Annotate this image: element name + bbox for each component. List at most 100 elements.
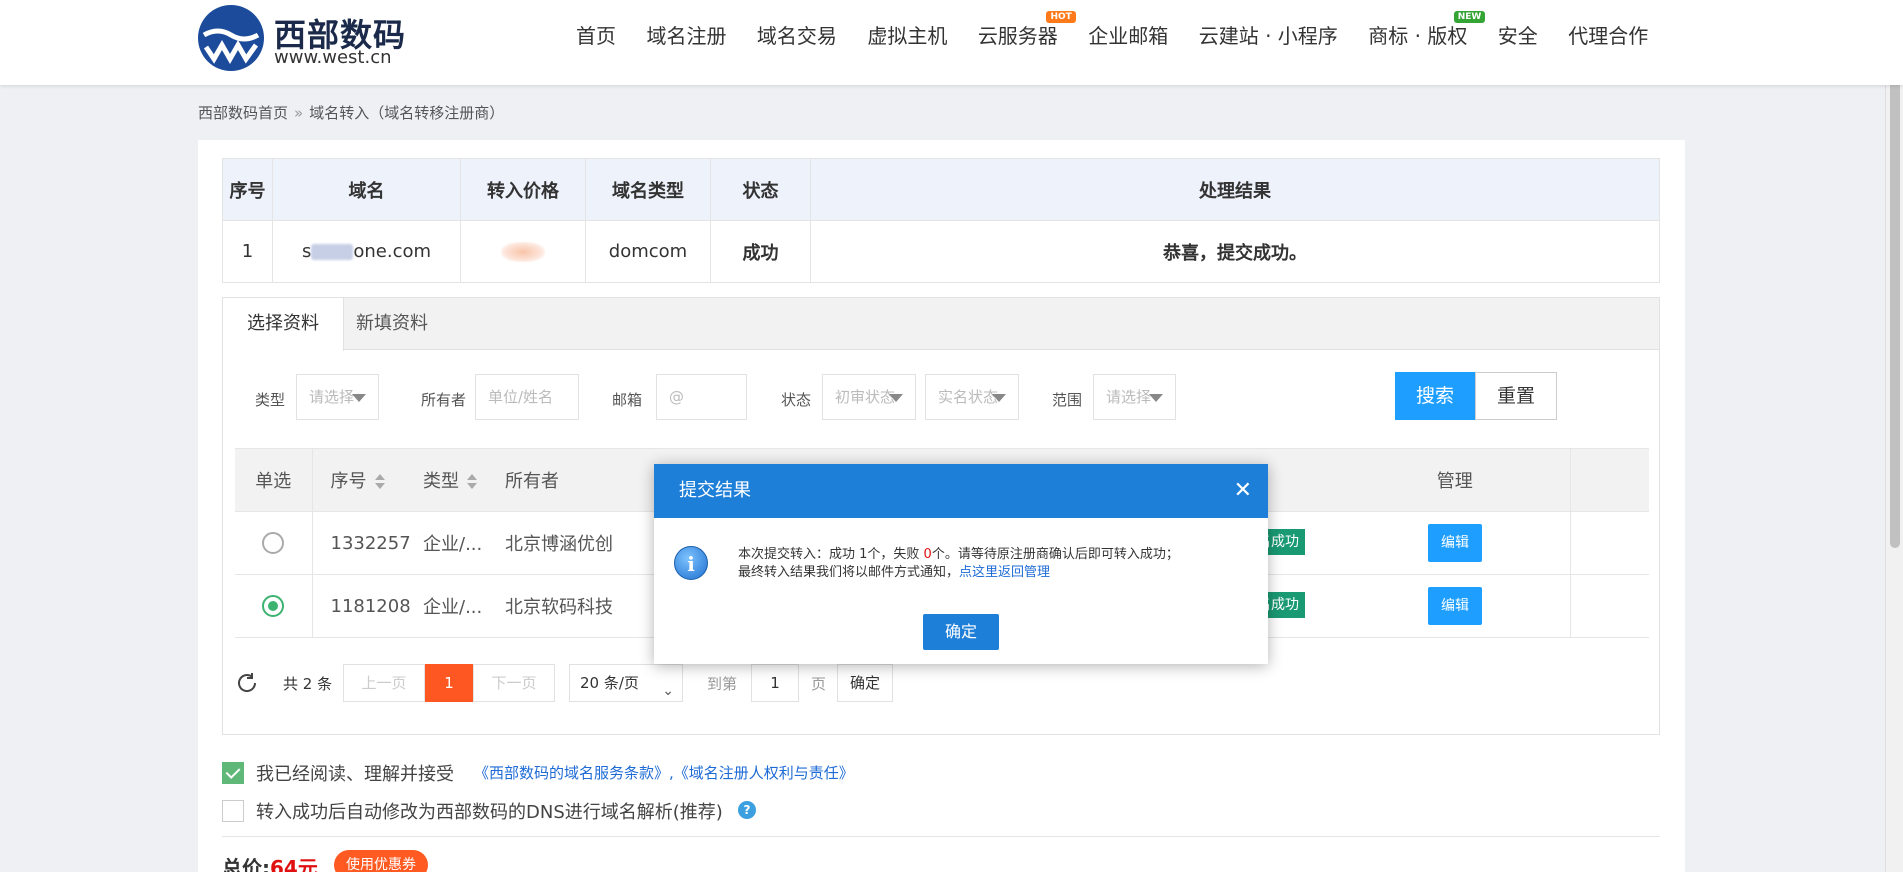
breadcrumb-home[interactable]: 西部数码首页: [198, 104, 288, 122]
range-select[interactable]: 请选择: [1093, 374, 1176, 420]
help-icon[interactable]: ?: [738, 801, 756, 819]
chevron-down-icon: [889, 394, 903, 402]
price-value: 64元: [270, 856, 318, 872]
col-status: 状态: [710, 158, 811, 221]
row-type: domcom: [585, 220, 711, 283]
page-unit: 页: [811, 675, 827, 693]
nav-site-builder[interactable]: 云建站 · 小程序: [1199, 20, 1338, 52]
row-index: 1: [222, 220, 273, 283]
owner-label: 所有者: [421, 391, 467, 409]
row-id: 1332257: [312, 511, 411, 575]
dialog-header: 提交结果 ✕: [654, 464, 1268, 518]
tab-bar: 选择资料 新填资料: [223, 298, 1659, 351]
tab-new-profile[interactable]: 新填资料: [332, 298, 452, 350]
nav-partner[interactable]: 代理合作: [1568, 20, 1648, 52]
nav-trademark[interactable]: 商标 · 版权 NEW: [1368, 11, 1486, 52]
filter-bar: 类型 请选择 所有者 单位/姓名 邮箱 @ 状态 初审状态 实名状态 范围 请选…: [223, 372, 1661, 422]
new-badge: NEW: [1453, 11, 1486, 23]
dns-checkbox[interactable]: [222, 800, 244, 822]
total-count: 共 2 条: [283, 675, 333, 693]
owner-input[interactable]: 单位/姓名: [475, 374, 579, 420]
next-page-button[interactable]: 下一页: [473, 664, 555, 702]
nav-security[interactable]: 安全: [1498, 20, 1538, 52]
realname-status-select[interactable]: 实名状态: [925, 374, 1019, 420]
chevron-down-icon: [1149, 394, 1163, 402]
row-id: 1181208: [312, 574, 411, 638]
nav-cloud-server[interactable]: 云服务器 HOT: [978, 11, 1076, 52]
col-result: 处理结果: [810, 158, 1660, 221]
type-label: 类型: [255, 391, 286, 409]
edit-button[interactable]: 编辑: [1428, 524, 1482, 562]
scrollbar-thumb[interactable]: [1890, 48, 1900, 548]
col-index: 序号: [222, 158, 273, 221]
col-manage: 管理: [1340, 448, 1570, 512]
chevron-down-icon: ⌄: [662, 683, 674, 699]
divider: [222, 836, 1660, 837]
row-radio[interactable]: [262, 532, 285, 554]
chevron-down-icon: [352, 394, 366, 402]
breadcrumb-current: 域名转入（域名转移注册商）: [309, 104, 505, 122]
pagination: 共 2 条 上一页 1 下一页 20 条/页 ⌄ 到第 1 页 确定: [235, 664, 1135, 702]
col-domain-type: 域名类型: [585, 158, 711, 221]
col-type[interactable]: 类型: [405, 448, 487, 512]
col-select: 单选: [235, 448, 313, 512]
col-price: 转入价格: [460, 158, 586, 221]
col-id[interactable]: 序号: [312, 448, 405, 512]
sort-icon[interactable]: [374, 474, 385, 490]
email-input[interactable]: @: [656, 374, 747, 420]
row-status: 成功: [710, 220, 811, 283]
row-radio-selected[interactable]: [262, 595, 285, 617]
goto-label: 到第: [707, 675, 738, 693]
site-logo[interactable]: 西部数码 www.west.cn: [198, 5, 428, 77]
row-type: 企业/...: [405, 574, 487, 638]
terms-link[interactable]: 《西部数码的域名服务条款》,《域名注册人权利与责任》: [474, 762, 854, 783]
submit-result-dialog: 提交结果 ✕ i 本次提交转入：成功 1个，失败 0个。请等待原注册商确认后即可…: [654, 464, 1268, 664]
nav-virtual-host[interactable]: 虚拟主机: [867, 20, 947, 52]
goto-page-input[interactable]: 1: [751, 664, 799, 702]
row-radio-cell: [235, 574, 313, 638]
type-select[interactable]: 请选择: [296, 374, 379, 420]
refresh-icon[interactable]: [235, 671, 259, 695]
dialog-ok-button[interactable]: 确定: [923, 614, 999, 650]
status-label: 状态: [781, 391, 812, 409]
main-nav: 首页 域名注册 域名交易 虚拟主机 云服务器 HOT 企业邮箱 云建站 · 小程序…: [576, 11, 1674, 52]
redacted-price-blur: [501, 242, 545, 262]
email-label: 邮箱: [612, 391, 643, 409]
dialog-title: 提交结果: [679, 480, 751, 501]
nav-domain-trade[interactable]: 域名交易: [757, 20, 837, 52]
dns-text: 转入成功后自动修改为西部数码的DNS进行域名解析(推荐): [256, 802, 723, 823]
nav-domain-register[interactable]: 域名注册: [646, 20, 726, 52]
fail-count: 0: [923, 547, 932, 562]
logo-url: www.west.cn: [274, 47, 392, 68]
col-extra: [1569, 448, 1649, 512]
edit-button[interactable]: 编辑: [1428, 587, 1482, 625]
sort-icon[interactable]: [467, 474, 477, 490]
page-scrollbar[interactable]: [1885, 0, 1903, 872]
breadcrumb-separator-icon: »: [294, 104, 304, 122]
logo-mark-icon: [198, 5, 264, 71]
goto-confirm-button[interactable]: 确定: [837, 664, 893, 702]
reset-button[interactable]: 重置: [1475, 372, 1557, 420]
info-icon: i: [674, 546, 708, 580]
prev-page-button[interactable]: 上一页: [343, 664, 425, 702]
row-price: [460, 220, 586, 283]
search-button[interactable]: 搜索: [1395, 372, 1475, 420]
agree-checkbox[interactable]: [222, 762, 244, 784]
row-domain: s one.com: [272, 220, 461, 283]
chevron-down-icon: [992, 394, 1006, 402]
range-label: 范围: [1052, 391, 1083, 409]
row-radio-cell: [235, 511, 313, 575]
dialog-message: 本次提交转入：成功 1个，失败 0个。请等待原注册商确认后即可转入成功； 最终转…: [738, 547, 1179, 580]
nav-home[interactable]: 首页: [576, 20, 616, 52]
page-size-select[interactable]: 20 条/页 ⌄: [569, 664, 683, 702]
current-page[interactable]: 1: [425, 664, 473, 702]
coupon-button[interactable]: 使用优惠券: [334, 850, 428, 872]
tab-select-profile[interactable]: 选择资料: [223, 298, 344, 351]
site-header: 西部数码 www.west.cn 首页 域名注册 域名交易 虚拟主机 云服务器 H…: [0, 0, 1903, 85]
nav-enterprise-mail[interactable]: 企业邮箱: [1088, 20, 1168, 52]
total-price: 总价:64元: [222, 852, 318, 872]
review-status-select[interactable]: 初审状态: [822, 374, 916, 420]
table-row: 1 s one.com domcom 成功 恭喜，提交成功。: [222, 220, 1660, 283]
return-manage-link[interactable]: 点这里返回管理: [959, 565, 1050, 580]
close-icon[interactable]: ✕: [1234, 464, 1252, 518]
